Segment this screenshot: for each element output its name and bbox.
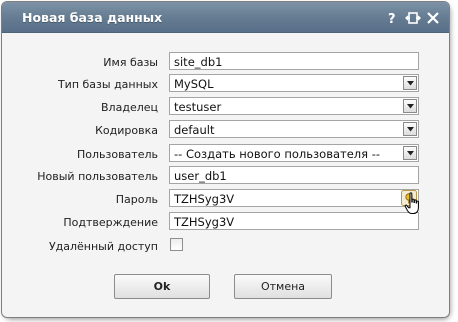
- db-name-input[interactable]: site_db1: [169, 52, 419, 70]
- maximize-icon[interactable]: [405, 10, 421, 26]
- hand-pointer-icon: [404, 192, 419, 214]
- encoding-value: default: [174, 123, 215, 137]
- row-remote-access: Удалённый доступ: [2, 236, 449, 258]
- dialog-title: Новая база данных: [22, 10, 163, 25]
- user-value: -- Создать нового пользователя --: [174, 147, 381, 161]
- confirm-label: Подтверждение: [63, 216, 158, 229]
- row-new-user: Новый пользователь user_db1: [2, 166, 449, 188]
- new-user-input[interactable]: user_db1: [169, 166, 419, 184]
- new-user-label: Новый пользователь: [37, 170, 158, 183]
- row-owner: Владелец testuser: [2, 97, 449, 119]
- owner-value: testuser: [174, 100, 222, 114]
- svg-text:?: ?: [388, 12, 396, 26]
- row-db-name: Имя базы site_db1: [2, 52, 449, 74]
- row-confirm: Подтверждение TZHSyg3V: [2, 212, 449, 234]
- remote-access-label: Удалённый доступ: [48, 240, 158, 253]
- password-input[interactable]: TZHSyg3V: [169, 189, 419, 207]
- chevron-down-icon[interactable]: [403, 99, 417, 113]
- owner-label: Владелец: [101, 101, 158, 114]
- chevron-down-icon[interactable]: [403, 122, 417, 136]
- db-name-label: Имя базы: [103, 56, 158, 69]
- db-type-select[interactable]: MySQL: [169, 74, 419, 92]
- confirm-password-input[interactable]: TZHSyg3V: [169, 212, 419, 230]
- db-type-value: MySQL: [174, 77, 214, 91]
- password-label: Пароль: [115, 193, 158, 206]
- ok-button[interactable]: Ok: [114, 274, 210, 299]
- help-icon[interactable]: ?: [385, 10, 401, 26]
- new-database-dialog: Новая база данных ? Имя базы site_db1 Ти…: [1, 1, 450, 318]
- password-value: TZHSyg3V: [174, 192, 235, 206]
- db-type-label: Тип базы данных: [57, 78, 158, 91]
- encoding-select[interactable]: default: [169, 120, 419, 138]
- row-password: Пароль TZHSyg3V: [2, 189, 449, 211]
- encoding-label: Кодировка: [95, 124, 158, 137]
- dialog-titlebar[interactable]: Новая база данных ?: [2, 2, 449, 33]
- user-select[interactable]: -- Создать нового пользователя --: [169, 144, 419, 162]
- chevron-down-icon[interactable]: [403, 146, 417, 160]
- owner-select[interactable]: testuser: [169, 97, 419, 115]
- chevron-down-icon[interactable]: [403, 76, 417, 90]
- remote-access-checkbox[interactable]: [170, 238, 183, 251]
- row-user: Пользователь -- Создать нового пользоват…: [2, 144, 449, 166]
- cancel-button[interactable]: Отмена: [234, 274, 332, 299]
- row-encoding: Кодировка default: [2, 120, 449, 142]
- user-label: Пользователь: [76, 148, 158, 161]
- row-db-type: Тип базы данных MySQL: [2, 74, 449, 96]
- close-icon[interactable]: [425, 10, 441, 26]
